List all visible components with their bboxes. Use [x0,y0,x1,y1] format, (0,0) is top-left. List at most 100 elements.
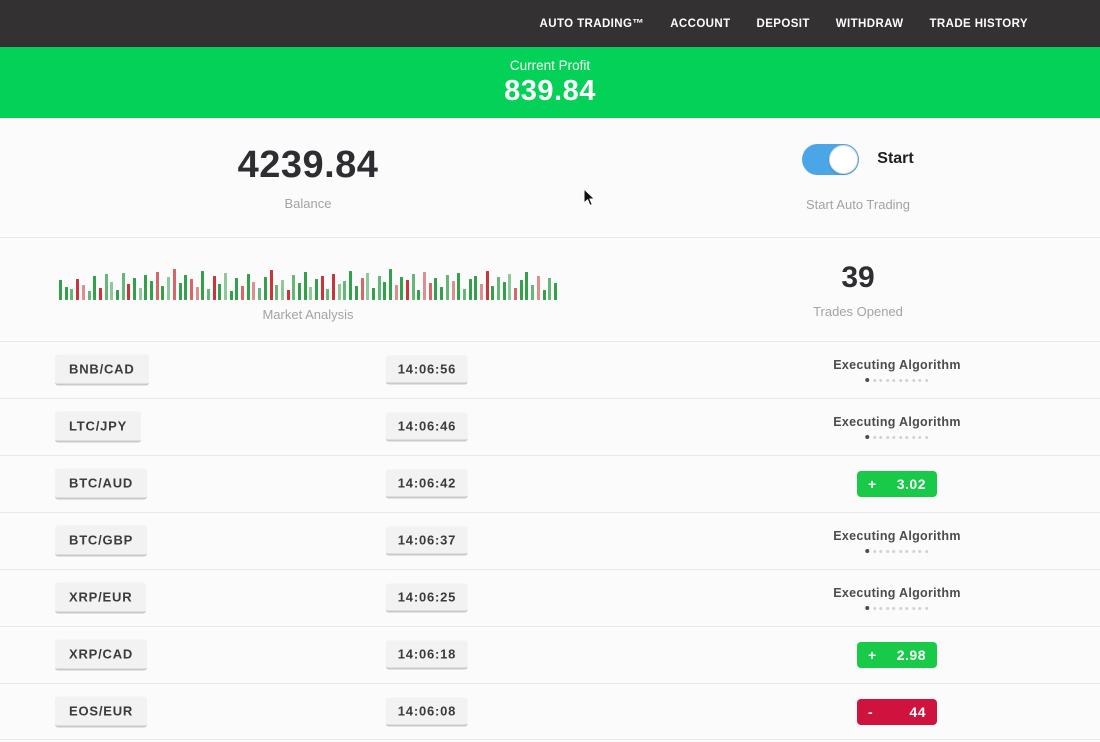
chart-bar-red [452,281,455,300]
chart-bar-green [264,277,267,300]
loader-dot [886,436,889,439]
pair-badge: BNB/CAD [55,355,149,386]
loader-dot [866,378,870,382]
balance-block: 4239.84 Balance [0,118,616,237]
time-badge: 14:06:46 [386,413,468,442]
chart-bar-green [179,283,182,300]
chart-bar-green [133,278,136,300]
nav-item-withdraw[interactable]: WITHDRAW [836,18,904,30]
progress-dots-loader [866,606,929,610]
status-cell: +3.02 [857,471,937,497]
chart-bar-green [116,290,119,300]
chart-bar-green [366,273,369,300]
chart-bar-green [474,276,477,300]
status-cell: +2.98 [857,642,937,668]
trade-row: LTC/JPY 14:06:46 Executing Algorithm [0,398,1100,455]
chart-bar-green [508,274,511,300]
profit-badge: +2.98 [857,642,937,668]
loader-dot [906,607,909,610]
executing-algorithm-label: Executing Algorithm [833,529,960,543]
loader-dot [906,550,909,553]
chart-bar-green [463,289,466,300]
chart-bar-green [230,291,233,300]
executing-algorithm-label: Executing Algorithm [833,415,960,429]
chart-bar-green [503,282,506,300]
chart-bar-red [537,276,540,300]
chart-bar-green [338,284,341,300]
result-value: 2.98 [897,647,926,663]
chart-bar-red [486,271,489,300]
loader-dot [925,379,928,382]
nav-item-trade-history[interactable]: TRADE HISTORY [930,18,1029,30]
chart-bar-green [389,269,392,300]
profit-banner-label: Current Profit [510,58,590,73]
loader-dot [866,549,870,553]
chart-bar-red [99,288,102,300]
chart-bar-green [247,274,250,300]
loader-dot [886,379,889,382]
market-analysis-block: Market Analysis [0,238,616,341]
chart-bar-green [139,288,142,300]
chart-bar-green [309,287,312,300]
status-cell: -44 [857,699,937,725]
chart-bar-green [275,285,278,300]
loader-dot [893,550,896,553]
chart-bar-green [88,291,91,300]
loader-dot [886,550,889,553]
chart-bar-red [423,272,426,300]
nav-item-auto-trading[interactable]: AUTO TRADING™ [540,18,645,30]
trades-opened-block: 39 Trades Opened [616,238,1100,341]
chart-bar-red [332,274,335,300]
nav-item-account[interactable]: ACCOUNT [670,18,730,30]
loader-dot [906,436,909,439]
balance-label: Balance [285,196,332,211]
loader-dot [893,379,896,382]
loader-dot [919,550,922,553]
chart-bar-green [497,277,500,300]
chart-bar-green [446,275,449,300]
chart-bar-red [76,279,79,300]
auto-trading-toggle[interactable] [802,144,859,175]
chart-bar-green [161,286,164,300]
loader-dot [880,436,883,439]
chart-bar-red [321,276,324,300]
profit-banner-value: 839.84 [504,75,596,108]
loader-dot [873,550,876,553]
time-badge: 14:06:18 [386,641,468,670]
loader-dot [906,379,909,382]
top-nav: AUTO TRADING™ ACCOUNT DEPOSIT WITHDRAW TRADE… [0,0,1100,47]
chart-bar-green [548,278,551,300]
chart-bar-green [281,280,284,300]
result-sign: + [868,476,877,492]
toggle-knob-icon [829,145,858,174]
chart-bar-green [218,284,221,300]
status-cell: Executing Algorithm [833,358,960,382]
chart-bar-green [412,274,415,300]
chart-bar-green [144,275,147,300]
chart-bar-green [65,287,68,300]
chart-bar-green [59,280,62,300]
loader-dot [919,607,922,610]
chart-bar-green [440,287,443,300]
chart-bar-green [167,277,170,300]
chart-bar-red [127,284,130,300]
chart-bar-red [270,270,273,300]
nav-item-deposit[interactable]: DEPOSIT [757,18,810,30]
trades-opened-label: Trades Opened [813,304,903,319]
chart-bar-green [224,273,227,300]
trades-list: BNB/CAD 14:06:56 Executing Algorithm LTC… [0,341,1100,740]
auto-trading-block: Start Start Auto Trading [616,118,1100,237]
profit-badge: +3.02 [857,471,937,497]
status-cell: Executing Algorithm [833,415,960,439]
market-analysis-chart [59,258,557,300]
chart-bar-red [173,269,176,300]
profit-banner: Current Profit 839.84 [0,47,1100,118]
chart-bar-red [480,284,483,300]
chart-bar-red [287,290,290,300]
balance-value: 4239.84 [238,144,379,187]
chart-bar-green [122,273,125,300]
chart-bar-green [491,286,494,300]
chart-bar-red [429,283,432,300]
result-value: 3.02 [897,476,926,492]
pair-badge: LTC/JPY [55,412,141,443]
